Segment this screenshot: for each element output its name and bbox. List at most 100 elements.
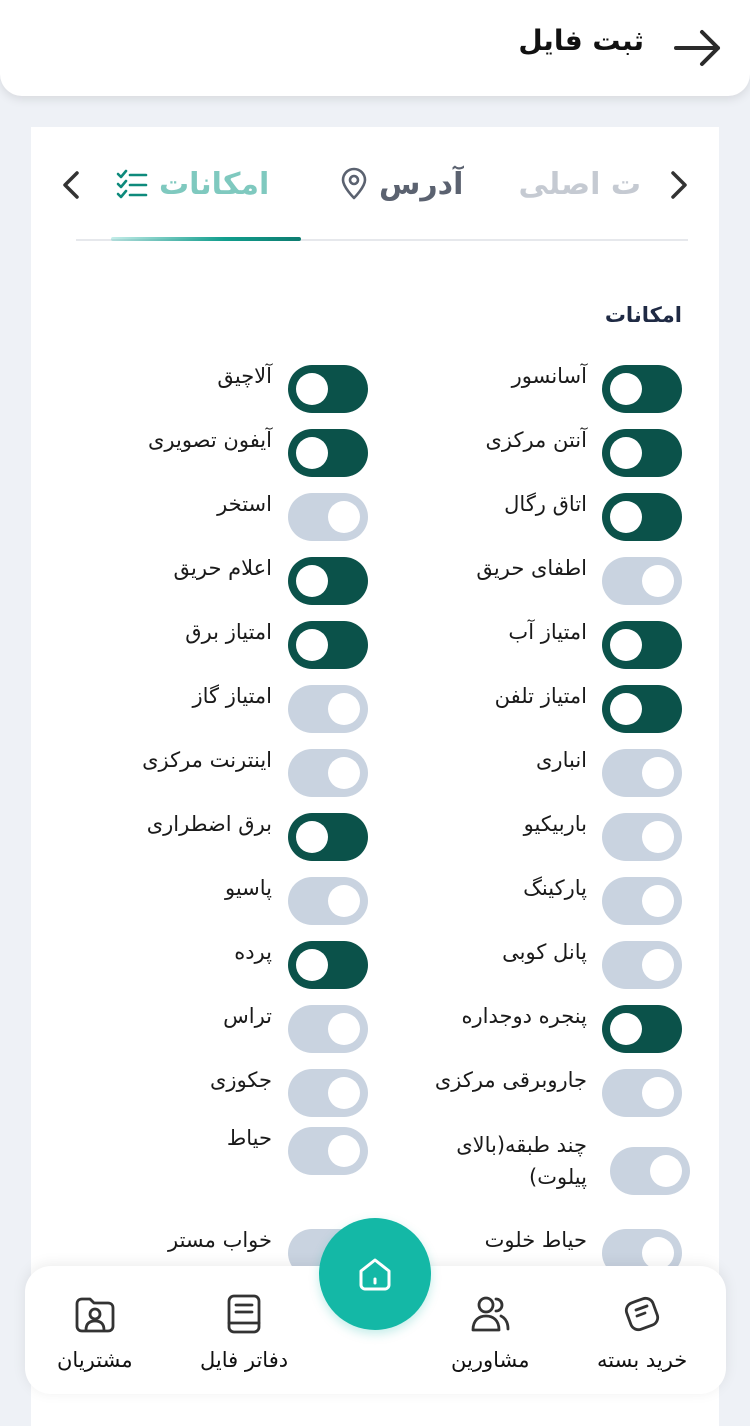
customer-folder-icon <box>73 1292 117 1336</box>
section-title: امکانات <box>604 303 682 327</box>
amenity-label: استخر <box>217 492 272 516</box>
tab-address-label: آدرس <box>379 166 464 202</box>
amenity-label: اطفای حریق <box>476 556 587 580</box>
nav-customers[interactable]: مشتریان <box>57 1292 133 1382</box>
amenity-toggle[interactable] <box>602 365 682 413</box>
amenity-toggle[interactable] <box>288 365 368 413</box>
amenity-toggle[interactable] <box>602 749 682 797</box>
toggle-knob <box>642 757 674 789</box>
toggle-knob <box>296 949 328 981</box>
chevron-left-icon[interactable] <box>57 167 87 203</box>
nav-customers-label: مشتریان <box>57 1348 133 1372</box>
amenity-label: حیاط خلوت <box>484 1228 587 1252</box>
amenity-toggle[interactable] <box>288 813 368 861</box>
toggle-knob <box>328 885 360 917</box>
amenity-toggle[interactable] <box>602 429 682 477</box>
amenity-toggle[interactable] <box>602 685 682 733</box>
notebook-icon <box>222 1292 266 1336</box>
amenity-label: آلاچیق <box>217 364 272 388</box>
amenity-label: برق اضطراری <box>146 812 272 836</box>
amenity-toggle[interactable] <box>288 877 368 925</box>
tab-active-indicator <box>111 237 301 241</box>
toggle-knob <box>642 821 674 853</box>
toggle-knob <box>610 629 642 661</box>
amenity-toggle[interactable] <box>288 621 368 669</box>
toggle-knob <box>650 1155 682 1187</box>
amenity-label: جاروبرقی مرکزی <box>434 1068 587 1092</box>
nav-advisors[interactable]: مشاورین <box>451 1292 530 1382</box>
amenity-toggle[interactable] <box>602 941 682 989</box>
location-pin-icon <box>337 167 371 201</box>
amenity-toggle[interactable] <box>288 493 368 541</box>
toggle-knob <box>296 821 328 853</box>
amenity-label: خواب مستر <box>167 1228 272 1252</box>
amenity-label: پاسیو <box>224 876 272 900</box>
amenity-label: آنتن مرکزی <box>485 428 587 452</box>
toggle-knob <box>610 1013 642 1045</box>
amenity-toggle[interactable] <box>602 877 682 925</box>
toggle-knob <box>296 373 328 405</box>
tab-main-label: ت اصلی <box>518 166 641 202</box>
nav-file-books-label: دفاتر فایل <box>200 1348 289 1372</box>
amenity-label: انباری <box>536 748 587 772</box>
toggle-knob <box>642 885 674 917</box>
nav-file-books[interactable]: دفاتر فایل <box>200 1292 288 1382</box>
amenity-toggle[interactable] <box>602 813 682 861</box>
tab-overflow-edge <box>31 167 35 191</box>
toggle-knob <box>610 501 642 533</box>
amenity-toggle[interactable] <box>288 941 368 989</box>
amenity-toggle[interactable] <box>602 1069 682 1117</box>
amenity-label: امتیاز گاز <box>192 684 272 708</box>
amenity-label: باربیکیو <box>523 812 587 836</box>
nav-buy-package[interactable]: خرید بسته <box>597 1292 687 1382</box>
amenity-toggle[interactable] <box>288 1005 368 1053</box>
tab-amenities[interactable]: امکانات <box>115 161 269 207</box>
toggle-knob <box>610 437 642 469</box>
toggle-knob <box>642 565 674 597</box>
tab-amenities-label: امکانات <box>159 166 270 202</box>
home-button[interactable] <box>319 1218 431 1330</box>
toggle-knob <box>610 373 642 405</box>
amenity-label: امتیاز برق <box>185 620 272 644</box>
amenity-label: آیفون تصویری <box>147 428 272 452</box>
amenity-label: اتاق رگال <box>504 492 587 516</box>
amenity-label: امتیاز آب <box>508 620 587 644</box>
checklist-icon <box>115 167 149 201</box>
toggle-knob <box>296 629 328 661</box>
amenity-toggle[interactable] <box>602 1005 682 1053</box>
toggle-knob <box>328 501 360 533</box>
nav-advisors-label: مشاورین <box>451 1348 530 1372</box>
chevron-right-icon[interactable] <box>663 167 693 203</box>
amenity-toggle[interactable] <box>288 557 368 605</box>
amenity-toggle[interactable] <box>288 1127 368 1175</box>
toggle-knob <box>296 565 328 597</box>
toggle-knob <box>296 437 328 469</box>
amenity-label: پنجره دوجداره <box>461 1004 587 1028</box>
toggle-knob <box>642 1077 674 1109</box>
amenity-toggle[interactable] <box>602 493 682 541</box>
amenity-label: جکوزی <box>209 1068 272 1092</box>
tab-main-info[interactable]: ت اصلی <box>519 161 641 207</box>
amenity-toggle[interactable] <box>610 1147 690 1195</box>
amenity-label: امتیاز تلفن <box>494 684 587 708</box>
toggle-knob <box>642 1237 674 1269</box>
amenity-label: اعلام حریق <box>173 556 273 580</box>
toggle-knob <box>328 757 360 789</box>
amenity-toggle[interactable] <box>602 621 682 669</box>
toggle-knob <box>328 1013 360 1045</box>
amenity-toggle[interactable] <box>288 429 368 477</box>
amenity-toggle[interactable] <box>288 685 368 733</box>
amenity-toggle[interactable] <box>602 557 682 605</box>
amenity-toggle[interactable] <box>288 749 368 797</box>
toggle-knob <box>328 693 360 725</box>
amenity-label: پارکینگ <box>523 876 587 900</box>
toggle-knob <box>328 1077 360 1109</box>
back-arrow-icon[interactable] <box>672 26 724 70</box>
tab-address[interactable]: آدرس <box>337 161 463 207</box>
page-title: ثبت فایل <box>518 24 644 57</box>
amenity-label: تراس <box>223 1004 272 1028</box>
amenity-label: پرده <box>234 940 272 964</box>
amenity-toggle[interactable] <box>288 1069 368 1117</box>
amenity-label: حیاط <box>226 1126 272 1150</box>
amenity-label: اینترنت مرکزی <box>142 748 272 772</box>
